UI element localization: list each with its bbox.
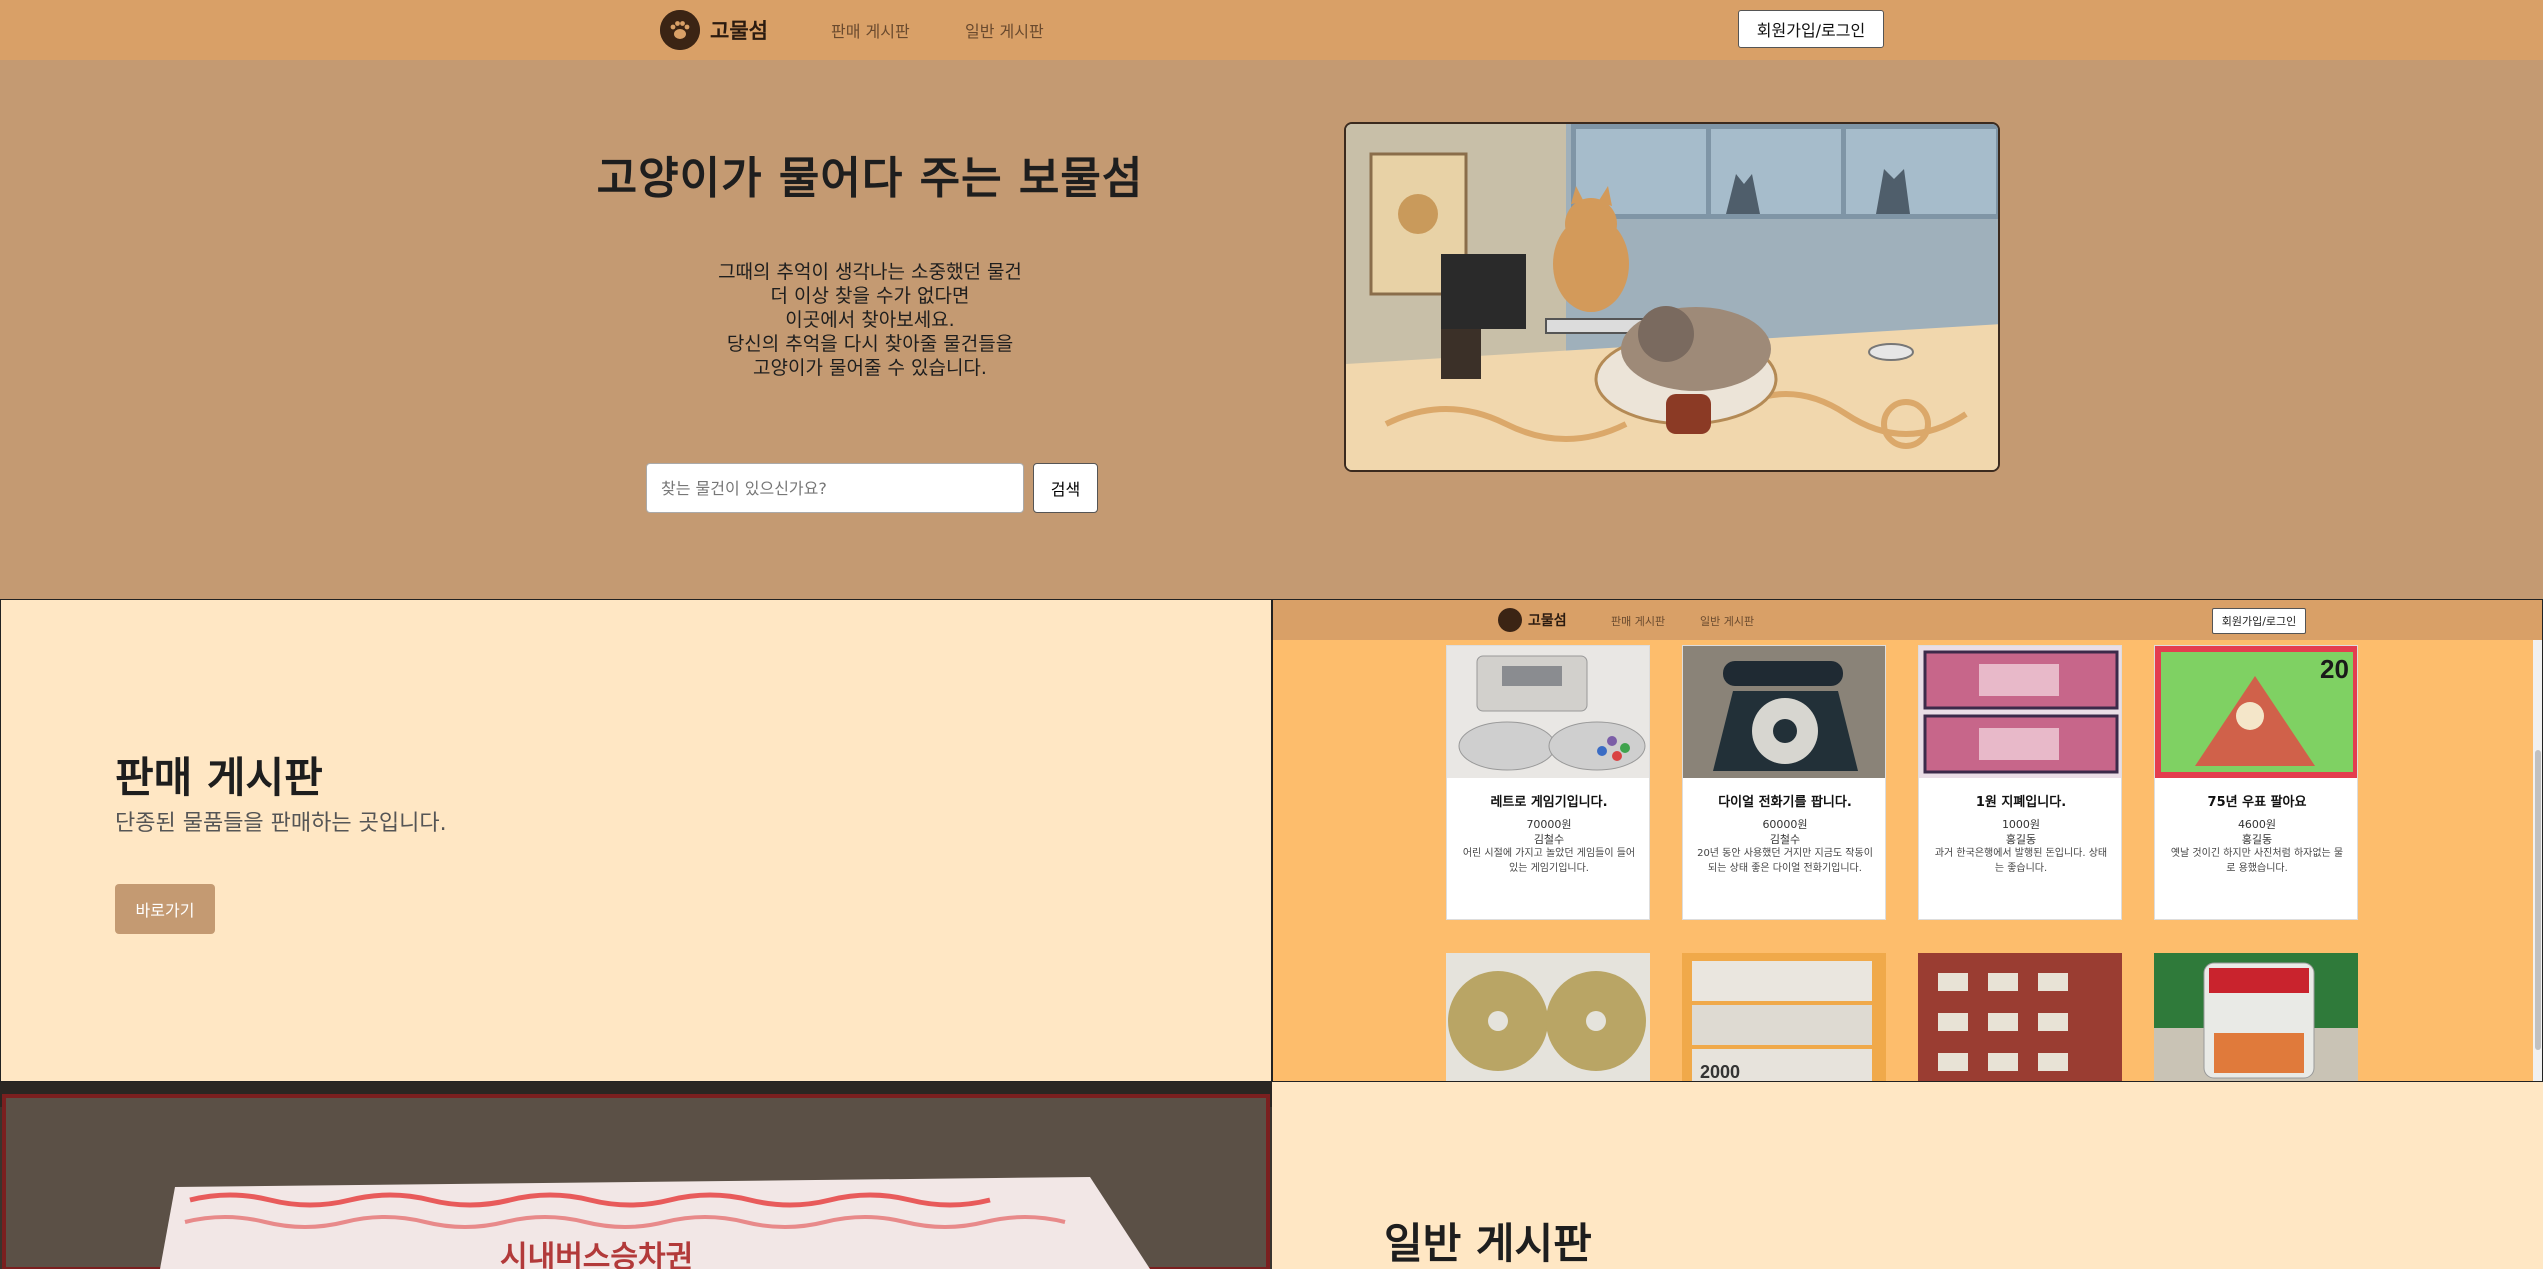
product-card[interactable]: 레트로 게임기입니다. 70000원 김철수 어린 시절에 가지고 놀았던 게임… [1446,645,1650,920]
sale-board-title: 판매 게시판 [115,753,323,802]
product-price: 60000원 [1762,818,1808,831]
login-button[interactable]: 회원가입/로그인 [1738,10,1884,48]
preview-scrollbar[interactable] [2533,640,2542,1081]
hero-description-line: 고양이가 물어줄 수 있습니다. [753,357,987,379]
product-title: 1원 지폐입니다. [1975,795,2067,810]
product-card[interactable]: 2000 [1682,953,1886,1082]
general-board-title: 일반 게시판 [1384,1219,1592,1268]
banknote-value: 2000 [1700,1062,1740,1082]
product-image-can [2154,953,2358,1081]
go-button[interactable]: 바로가기 [115,884,215,934]
hero-section: 고양이가 물어다 주는 보물섬 그때의 추억이 생각나는 소중했던 물건 더 이… [0,60,2543,600]
product-card[interactable]: 20 75년 우표 팔아요 4600원 홍길동 옛날 것이긴 하지만 사진처럼 … [2154,645,2358,920]
product-title: 레트로 게임기입니다. [1490,795,1608,810]
product-description: 옛날 것이긴 하지만 사진처럼 하자없는 물로 용했습니다. [2170,848,2344,874]
hero-description-line: 더 이상 찾을 수가 없다면 [770,285,970,307]
search-input[interactable] [646,463,1024,513]
paw-logo-icon [660,10,700,50]
brand-name: 고물섬 [710,19,768,43]
product-title: 75년 우표 팔아요 [2207,795,2307,810]
hero-description-line: 당신의 추억을 다시 찾아줄 물건들을 [726,333,1014,355]
product-image-coins [1446,953,1650,1081]
product-price: 1000원 [2001,818,2041,831]
navbar: 고물섬 판매 게시판 일반 게시판 회원가입/로그인 [0,0,2543,60]
bus-ticket-text: 시내버스승차권 [500,1240,693,1269]
product-card[interactable] [1918,953,2122,1081]
product-description: 어린 시절에 가지고 놀았던 게임들이 들어있는 게임기입니다. [1462,848,1636,874]
search-button[interactable]: 검색 [1033,463,1098,513]
product-card[interactable]: 1원 지폐입니다. 1000원 홍길동 과거 한국은행에서 발행된 돈입니다. … [1918,645,2122,920]
preview-paw-icon [1498,608,1522,632]
preview-navbar: 고물섬 판매 게시판 일반 게시판 회원가입/로그인 [1273,600,2542,640]
preview-nav-link-sale: 판매 게시판 [1611,615,1666,628]
sale-board-subtitle: 단종된 물품들을 판매하는 곳입니다. [115,811,447,836]
bus-ticket-photo: 시내버스승차권 [0,1082,1272,1269]
hero-description-line: 그때의 추억이 생각나는 소중했던 물건 [718,261,1022,283]
cats-illustration [1344,122,2000,472]
product-seller: 홍길동 [2241,833,2273,846]
product-image-ticket-collection [1918,953,2122,1081]
product-seller: 김철수 [1533,833,1565,846]
product-title: 다이얼 전화기를 팝니다. [1718,795,1852,810]
product-image-stamp: 20 [2155,646,2357,778]
hero-title: 고양이가 물어다 주는 보물섬 [596,153,1144,204]
hero-description-line: 이곳에서 찾아보세요. [785,309,955,331]
preview-brand: 고물섬 [1498,608,1567,632]
product-description: 20년 동안 사용했던 거지만 지금도 작동이 되는 상태 좋은 다이얼 전화기… [1697,848,1873,874]
product-card[interactable] [2154,953,2358,1081]
product-image-banknote [1919,646,2121,778]
preview-login-button: 회원가입/로그인 [2212,608,2306,634]
product-price: 70000원 [1526,818,1572,831]
product-description: 과거 한국은행에서 발행된 돈입니다. 상태는 좋습니다. [1934,848,2108,874]
preview-nav-link-general: 일반 게시판 [1700,615,1755,628]
product-price: 4600원 [2237,818,2277,831]
product-image-banknotes: 2000 [1682,953,1886,1082]
brand-link[interactable]: 고물섬 [660,10,768,50]
hero-description: 그때의 추억이 생각나는 소중했던 물건 더 이상 찾을 수가 없다면 이곳에서… [600,260,1140,380]
sale-board-section: 판매 게시판 단종된 물품들을 판매하는 곳입니다. 바로가기 [0,599,1272,1082]
product-seller: 홍길동 [2005,833,2037,846]
preview-scrollbar-thumb[interactable] [2535,750,2541,1050]
stamp-value: 20 [2320,654,2349,684]
product-card[interactable] [1446,953,1650,1081]
product-image-game-console [1447,646,1649,778]
preview-brand-name: 고물섬 [1528,613,1567,629]
product-seller: 김철수 [1769,833,1801,846]
sale-board-preview: 고물섬 판매 게시판 일반 게시판 회원가입/로그인 레트로 게임기입니다. 7… [1272,599,2543,1082]
nav-link-sale-board[interactable]: 판매 게시판 [831,18,910,42]
product-card[interactable]: 다이얼 전화기를 팝니다. 60000원 김철수 20년 동안 사용했던 거지만… [1682,645,1886,920]
product-image-dial-phone [1683,646,1885,778]
nav-link-general-board[interactable]: 일반 게시판 [965,18,1044,42]
general-board-section: 일반 게시판 [1272,1082,2543,1269]
